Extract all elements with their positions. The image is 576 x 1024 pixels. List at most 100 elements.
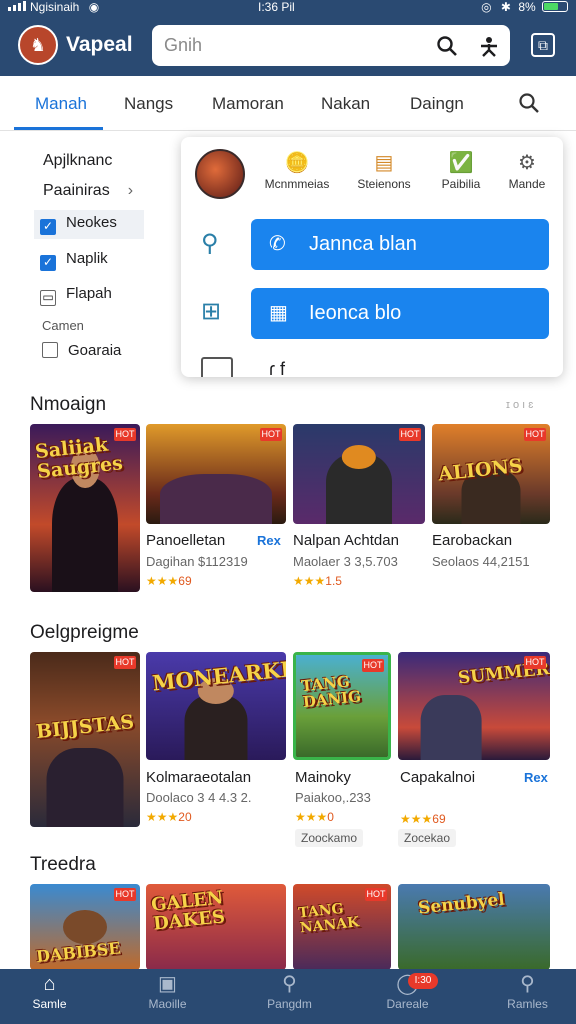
section-title: Treedra [30, 854, 96, 875]
gear-icon: ⚙ [518, 152, 536, 174]
star-icon: ★★★ [295, 810, 328, 824]
game-sub: Dagihan $112319 [146, 554, 248, 569]
tab-manah[interactable]: Manah [35, 94, 87, 114]
hot-badge: HOT [365, 888, 387, 901]
nav-item-maoille[interactable]: ▣ Maoille [110, 969, 225, 1024]
sidebar-item-flapah[interactable]: ▭ Flapah [40, 285, 112, 306]
game-name[interactable]: Capakalnoi [400, 769, 475, 786]
sidebar-item-goaraia[interactable]: Goaraia [42, 342, 121, 359]
sidebar-item-label: Naplik [66, 250, 108, 267]
game-card[interactable]: SUMMER HOT [398, 652, 550, 760]
primary-action-button[interactable]: ✆ Jannca blan [251, 219, 549, 270]
coin-icon: 🪙 [284, 152, 310, 174]
popup-item-mcnmmeias[interactable]: 🪙 Mcnmmeias [257, 149, 337, 191]
star-icon: ★★★ [146, 574, 179, 588]
search-icon: ⚲ [282, 973, 297, 995]
checkbox-checked-icon[interactable]: ✓ [40, 219, 56, 235]
status-time: I:36 Pil [258, 0, 295, 14]
tab-search-icon[interactable] [518, 92, 540, 120]
game-icon: ▣ [158, 973, 177, 995]
primary-action-label: Jannca blan [309, 233, 417, 255]
signal-icon [8, 1, 26, 11]
sidebar-item-naplik[interactable]: ✓ Naplik [40, 250, 108, 271]
status-right: ◎ ✱ 8% [481, 0, 568, 14]
nav-item-samle[interactable]: ⌂ Samle [0, 969, 107, 1024]
game-name[interactable]: Nalpan Achtdan [293, 532, 399, 549]
game-card[interactable]: TANG DANIG HOT [293, 652, 391, 760]
game-sub: Maolaer 3 3,5.703 [293, 554, 398, 569]
sidebar-subtitle[interactable]: Paainiras › [43, 182, 133, 200]
nav-item-pangdm[interactable]: ⚲ Pangdm [232, 969, 347, 1024]
avatar[interactable] [195, 149, 245, 199]
game-name[interactable]: Kolmaraeotalan [146, 769, 251, 786]
home-icon: ⌂ [43, 973, 56, 995]
game-card[interactable]: ALIONS HOT [432, 424, 550, 524]
tab-mamoran[interactable]: Mamoran [212, 94, 284, 114]
hero-figure [184, 695, 248, 760]
grid-icon: ⊞ [201, 298, 222, 325]
game-card[interactable]: MONEARKK [146, 652, 286, 760]
sidebar-item-neokes[interactable]: ✓ Neokes [34, 210, 144, 239]
rating-stars: ★★★0 [295, 810, 334, 824]
box-icon: ▤ [374, 152, 394, 174]
search-input[interactable] [164, 33, 414, 57]
sidebar-item-label: Flapah [66, 285, 112, 302]
popup-item-mande[interactable]: ⚙ Mande [487, 149, 563, 191]
game-card[interactable]: Senubyel [398, 884, 550, 970]
window-icon[interactable]: ⧉ [531, 33, 555, 57]
bottom-navigation: ⌂ Samle ▣ Maoille ⚲ Pangdm ◯ Dareale ⚲ Ramles [0, 969, 576, 1024]
secondary-action-label: Ieonca blo [309, 302, 402, 324]
popup-cut-text: ɾ f [269, 359, 285, 377]
checkbox-checked-icon[interactable]: ✓ [40, 255, 56, 271]
hero-figure [46, 748, 124, 827]
table-icon: ▦ [269, 302, 288, 324]
nav-label: Dareale [386, 997, 429, 1011]
game-card[interactable]: GALEN DAKES [146, 884, 286, 970]
hot-badge: HOT [260, 428, 282, 441]
secondary-action-button[interactable]: ▦ Ieonca blo [251, 288, 549, 339]
person-icon[interactable] [478, 35, 500, 62]
star-icon: ★★★ [400, 812, 433, 826]
game-name[interactable]: Earobackan [432, 532, 512, 549]
game-card[interactable]: Saliiak Saugres HOT [30, 424, 140, 592]
wifi-icon: ◉ [88, 0, 100, 14]
game-sub: Paiakoo,.233 [295, 790, 371, 805]
section-title: Oelgpreigme [30, 622, 139, 643]
checkbox-partial-icon[interactable]: ▭ [40, 290, 56, 306]
top-tabs: Manah Nangs Mamoran Nakan Daingn [0, 77, 576, 131]
sidebar-subtitle-label: Paainiras [43, 182, 110, 199]
battery-percent: 8% [518, 0, 536, 14]
game-card[interactable]: HOT [146, 424, 286, 524]
game-sub: Seolaos 44,2151 [432, 554, 530, 569]
section-more[interactable]: ɪ o ı ɛ [506, 399, 533, 411]
genre-chip[interactable]: Zocekao [398, 829, 457, 847]
popup-item-steienons[interactable]: ▤ Steienons [344, 149, 424, 191]
genre-chip[interactable]: Zoockamo [295, 829, 364, 847]
tab-daingn[interactable]: Daingn [410, 94, 464, 114]
popup-item-label: Mande [508, 177, 546, 191]
bluetooth-icon: ✱ [500, 0, 511, 14]
hot-badge: HOT [524, 428, 546, 441]
hot-badge: HOT [114, 656, 136, 669]
app-logo-icon[interactable]: ♞ [18, 25, 58, 65]
battery-icon [542, 1, 568, 12]
rating-value: 0 [327, 810, 334, 824]
search-icon[interactable] [436, 35, 458, 62]
popup-item-label: Steienons [357, 177, 411, 191]
nav-label: Ramles [507, 997, 548, 1011]
tab-nangs[interactable]: Nangs [124, 94, 173, 114]
game-card[interactable]: DABIBSE HOT [30, 884, 140, 970]
game-name[interactable]: Panoelletan [146, 532, 225, 549]
game-card[interactable]: BIJJSTAS HOT [30, 652, 140, 827]
game-card[interactable]: HOT [293, 424, 425, 524]
hero-figure [160, 474, 272, 524]
game-card[interactable]: TANG NANAK HOT [293, 884, 391, 970]
checkbox-icon[interactable] [42, 342, 58, 358]
hot-badge: HOT [399, 428, 421, 441]
rating-value: 69 [432, 812, 446, 826]
tab-nakan[interactable]: Nakan [321, 94, 370, 114]
game-name[interactable]: Mainoky [295, 769, 351, 786]
nav-item-ramles[interactable]: ⚲ Ramles [470, 969, 576, 1024]
rating-stars: ★★★69 [400, 812, 446, 826]
popup-item-label: Paibilia [441, 177, 481, 191]
